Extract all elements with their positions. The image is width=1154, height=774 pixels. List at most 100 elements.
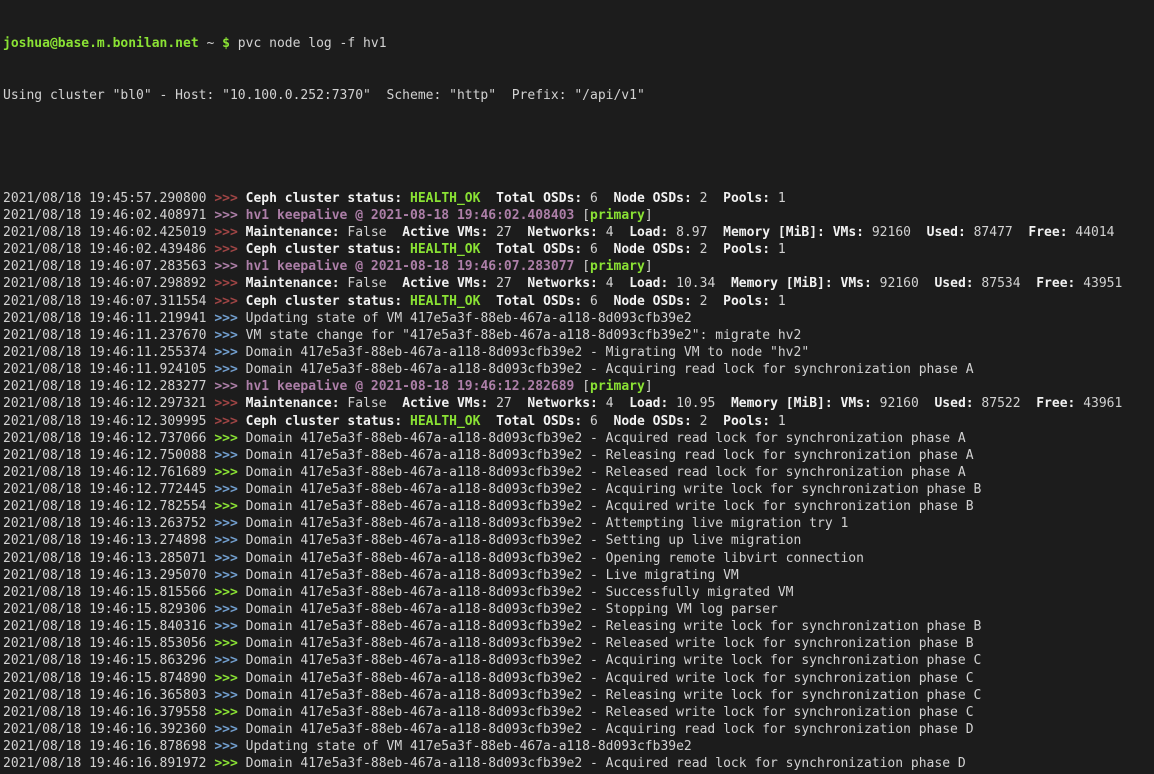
log-level-marker: >>> bbox=[214, 551, 245, 566]
log-level-marker: >>> bbox=[214, 448, 245, 463]
log-segment: Domain 417e5a3f-88eb-467a-a118-8d093cfb3… bbox=[246, 482, 982, 497]
log-level-marker: >>> bbox=[214, 362, 245, 377]
log-segment: 1 bbox=[770, 294, 786, 309]
log-segment: HEALTH_OK bbox=[410, 242, 480, 257]
log-line: 2021/08/18 19:46:12.772445 >>> Domain 41… bbox=[3, 481, 1154, 498]
log-line: 2021/08/18 19:46:15.874890 >>> Domain 41… bbox=[3, 670, 1154, 687]
log-segment: Pools: bbox=[723, 242, 770, 257]
log-segment: Active VMs: bbox=[402, 276, 488, 291]
log-timestamp: 2021/08/18 19:46:12.761689 bbox=[3, 465, 214, 480]
log-segment: Used: bbox=[934, 396, 973, 411]
log-level-marker: >>> bbox=[214, 671, 245, 686]
log-segment bbox=[833, 396, 841, 411]
terminal[interactable]: joshua@base.m.bonilan.net ~ $ pvc node l… bbox=[0, 0, 1154, 774]
log-line: 2021/08/18 19:46:02.439486 >>> Ceph clus… bbox=[3, 241, 1154, 258]
log-timestamp: 2021/08/18 19:46:15.829306 bbox=[3, 602, 214, 617]
log-timestamp: 2021/08/18 19:46:12.309995 bbox=[3, 414, 214, 429]
log-line: 2021/08/18 19:46:12.283277 >>> hv1 keepa… bbox=[3, 378, 1154, 395]
log-line: 2021/08/18 19:46:12.297321 >>> Maintenan… bbox=[3, 395, 1154, 412]
log-segment: Node OSDs: bbox=[614, 242, 692, 257]
log-segment: 6 bbox=[582, 414, 613, 429]
log-segment: Node OSDs: bbox=[614, 294, 692, 309]
log-timestamp: 2021/08/18 19:46:13.274898 bbox=[3, 533, 214, 548]
log-segment: 1 bbox=[770, 414, 786, 429]
cluster-info-line: Using cluster "bl0" - Host: "10.100.0.25… bbox=[3, 87, 1154, 104]
log-segment: 87522 bbox=[974, 396, 1037, 411]
log-timestamp: 2021/08/18 19:46:12.750088 bbox=[3, 448, 214, 463]
log-level-marker: >>> bbox=[214, 688, 245, 703]
log-timestamp: 2021/08/18 19:46:12.737066 bbox=[3, 431, 214, 446]
log-segment bbox=[402, 242, 410, 257]
log-segment: 92160 bbox=[864, 225, 927, 240]
log-level-marker: >>> bbox=[214, 602, 245, 617]
log-line: 2021/08/18 19:46:12.737066 >>> Domain 41… bbox=[3, 430, 1154, 447]
log-segment: Total OSDs: bbox=[496, 294, 582, 309]
log-segment: Ceph cluster status: bbox=[246, 242, 403, 257]
log-segment: hv1 keepalive @ 2021-08-18 19:46:12.2826… bbox=[246, 379, 575, 394]
log-timestamp: 2021/08/18 19:46:13.295070 bbox=[3, 568, 214, 583]
log-segment: Memory [MiB]: bbox=[731, 276, 833, 291]
log-segment: ] bbox=[645, 379, 653, 394]
log-segment: Node OSDs: bbox=[614, 191, 692, 206]
log-segment: 4 bbox=[598, 276, 629, 291]
log-level-marker: >>> bbox=[214, 619, 245, 634]
log-segment: Domain 417e5a3f-88eb-467a-a118-8d093cfb3… bbox=[246, 705, 974, 720]
log-segment: 27 bbox=[488, 276, 527, 291]
prompt-user-host: joshua@base.m.bonilan.net bbox=[3, 36, 199, 51]
log-segment: Networks: bbox=[527, 276, 597, 291]
log-timestamp: 2021/08/18 19:46:13.285071 bbox=[3, 551, 214, 566]
log-timestamp: 2021/08/18 19:46:12.283277 bbox=[3, 379, 214, 394]
log-segment: Load: bbox=[629, 396, 668, 411]
log-level-marker: >>> bbox=[214, 345, 245, 360]
log-timestamp: 2021/08/18 19:46:16.891972 bbox=[3, 756, 214, 771]
log-segment: HEALTH_OK bbox=[410, 191, 480, 206]
log-level-marker: >>> bbox=[214, 225, 245, 240]
log-segment: 4 bbox=[598, 225, 629, 240]
log-segment: Domain 417e5a3f-88eb-467a-a118-8d093cfb3… bbox=[246, 431, 966, 446]
log-segment: Domain 417e5a3f-88eb-467a-a118-8d093cfb3… bbox=[246, 636, 974, 651]
log-segment: 4 bbox=[598, 396, 629, 411]
log-segment: Domain 417e5a3f-88eb-467a-a118-8d093cfb3… bbox=[246, 448, 974, 463]
log-segment: 2 bbox=[692, 414, 723, 429]
log-segment: VMs: bbox=[841, 396, 872, 411]
log-segment bbox=[480, 191, 496, 206]
log-line: 2021/08/18 19:46:07.311554 >>> Ceph clus… bbox=[3, 293, 1154, 310]
log-line: 2021/08/18 19:46:13.274898 >>> Domain 41… bbox=[3, 532, 1154, 549]
log-timestamp: 2021/08/18 19:46:13.263752 bbox=[3, 516, 214, 531]
log-line: 2021/08/18 19:46:16.891972 >>> Domain 41… bbox=[3, 755, 1154, 772]
log-timestamp: 2021/08/18 19:46:11.237670 bbox=[3, 328, 214, 343]
log-segment: 87477 bbox=[966, 225, 1029, 240]
log-segment bbox=[402, 294, 410, 309]
log-segment: Domain 417e5a3f-88eb-467a-a118-8d093cfb3… bbox=[246, 465, 966, 480]
log-segment: Domain 417e5a3f-88eb-467a-a118-8d093cfb3… bbox=[246, 568, 739, 583]
log-level-marker: >>> bbox=[214, 499, 245, 514]
log-segment: Maintenance: bbox=[246, 225, 340, 240]
log-timestamp: 2021/08/18 19:46:12.772445 bbox=[3, 482, 214, 497]
log-segment: 1 bbox=[770, 242, 786, 257]
log-level-marker: >>> bbox=[214, 208, 245, 223]
log-line: 2021/08/18 19:46:11.219941 >>> Updating … bbox=[3, 310, 1154, 327]
log-level-marker: >>> bbox=[214, 568, 245, 583]
log-segment: Domain 417e5a3f-88eb-467a-a118-8d093cfb3… bbox=[246, 619, 982, 634]
log-segment: 2 bbox=[692, 294, 723, 309]
log-segment: False bbox=[340, 396, 403, 411]
log-timestamp: 2021/08/18 19:46:07.311554 bbox=[3, 294, 214, 309]
log-segment: Domain 417e5a3f-88eb-467a-a118-8d093cfb3… bbox=[246, 551, 864, 566]
log-level-marker: >>> bbox=[214, 242, 245, 257]
log-line: 2021/08/18 19:46:13.263752 >>> Domain 41… bbox=[3, 515, 1154, 532]
log-segment: Ceph cluster status: bbox=[246, 294, 403, 309]
log-segment: 92160 bbox=[872, 276, 935, 291]
log-timestamp: 2021/08/18 19:46:15.863296 bbox=[3, 653, 214, 668]
log-segment: Total OSDs: bbox=[496, 191, 582, 206]
log-segment: Domain 417e5a3f-88eb-467a-a118-8d093cfb3… bbox=[246, 688, 982, 703]
log-line: 2021/08/18 19:46:12.750088 >>> Domain 41… bbox=[3, 447, 1154, 464]
log-segment: 27 bbox=[488, 225, 527, 240]
log-timestamp: 2021/08/18 19:46:11.219941 bbox=[3, 311, 214, 326]
log-segment bbox=[480, 414, 496, 429]
log-segment: Domain 417e5a3f-88eb-467a-a118-8d093cfb3… bbox=[246, 585, 794, 600]
log-line: 2021/08/18 19:46:13.285071 >>> Domain 41… bbox=[3, 550, 1154, 567]
log-segment: VMs: bbox=[841, 276, 872, 291]
log-line: 2021/08/18 19:46:12.761689 >>> Domain 41… bbox=[3, 464, 1154, 481]
log-level-marker: >>> bbox=[214, 722, 245, 737]
log-segment: Memory [MiB]: bbox=[731, 396, 833, 411]
